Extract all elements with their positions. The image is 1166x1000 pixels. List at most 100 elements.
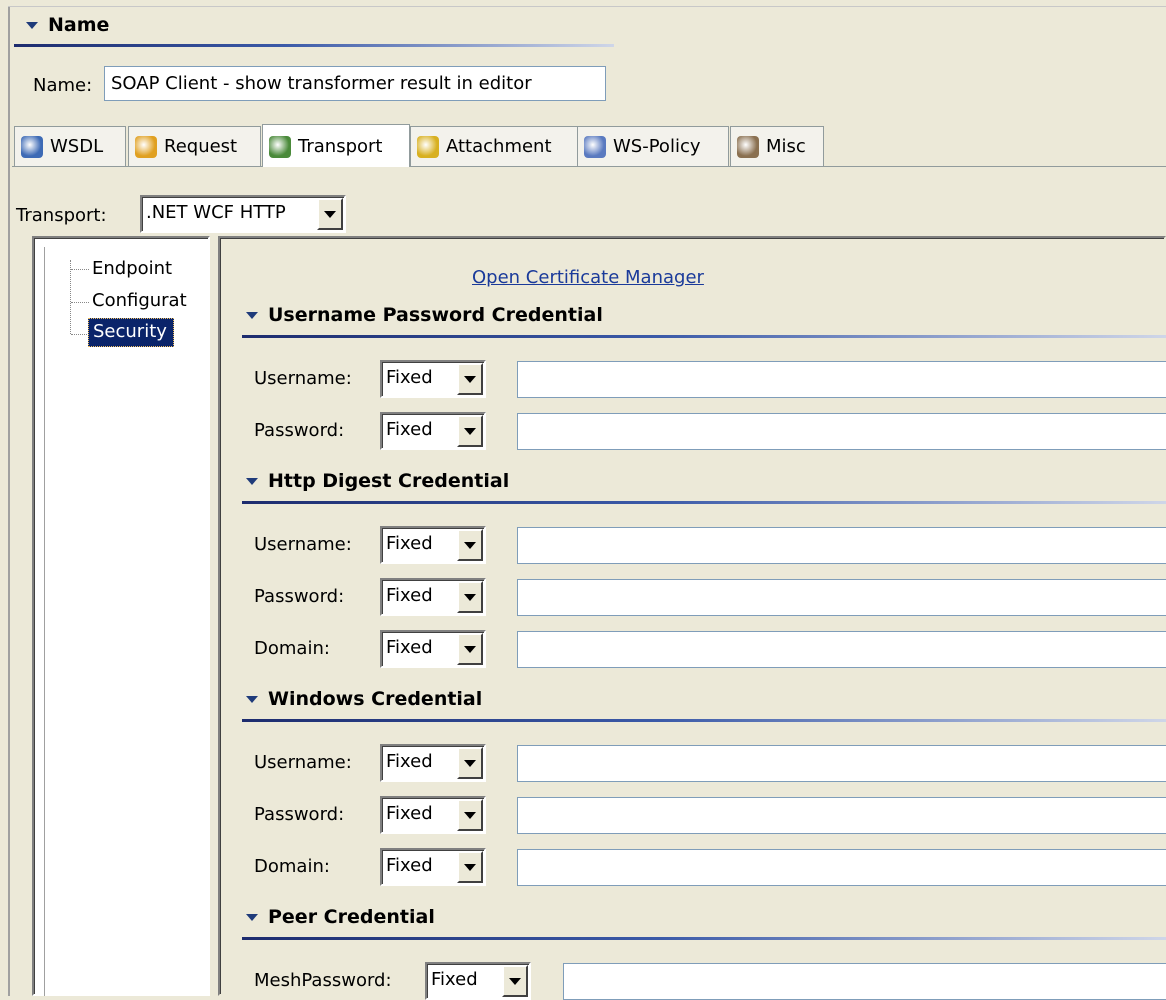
attachment-icon (417, 135, 439, 158)
tree-branch-configuration (71, 302, 89, 303)
open-certificate-manager-link[interactable]: Open Certificate Manager (472, 267, 704, 288)
value-mode-select-value: Fixed (386, 367, 433, 388)
tab-ws-policy[interactable]: WS-Policy (577, 126, 729, 166)
chevron-down-icon[interactable] (457, 747, 483, 779)
field-label: Username: (254, 368, 352, 389)
field-label: MeshPassword: (254, 970, 392, 991)
chevron-down-icon[interactable] (317, 198, 343, 230)
transport-icon (269, 135, 291, 158)
http-digest-credential-domain-input[interactable] (517, 631, 1166, 668)
section-title: Peer Credential (268, 906, 435, 928)
username-password-credential-username-input[interactable] (517, 361, 1166, 398)
tree-item-configuration[interactable]: Configurat (92, 290, 198, 311)
section-header-windows-credential[interactable]: Windows Credential (246, 688, 482, 710)
name-field[interactable]: SOAP Client - show transformer result in… (104, 66, 606, 101)
tab-label: Transport (298, 136, 383, 157)
field-label: Password: (254, 420, 345, 441)
section-title: Http Digest Credential (268, 470, 510, 492)
value-mode-select-value: Fixed (386, 419, 433, 440)
transport-select-value: .NET WCF HTTP (146, 202, 286, 223)
http-digest-credential-password-input[interactable] (517, 579, 1166, 616)
value-mode-select-value: Fixed (386, 803, 433, 824)
tab-label: Request (164, 136, 238, 157)
value-mode-select-value: Fixed (386, 533, 433, 554)
collapse-triangle-icon (246, 913, 258, 921)
value-mode-select[interactable]: Fixed (380, 526, 486, 564)
windows-credential-domain-input[interactable] (517, 849, 1166, 886)
http-digest-credential-username-input[interactable] (517, 527, 1166, 564)
collapse-triangle-icon (26, 21, 38, 29)
section-title: Windows Credential (268, 688, 483, 710)
tree-connector (70, 260, 71, 334)
value-mode-select[interactable]: Fixed (380, 744, 486, 782)
tree-item-security[interactable]: Security (88, 318, 174, 347)
tree-branch-endpoint (71, 269, 89, 270)
wsdl-icon (21, 135, 43, 158)
field-label: Domain: (254, 638, 330, 659)
name-section-title: Name (48, 14, 110, 36)
value-mode-select[interactable]: Fixed (380, 360, 486, 398)
tab-request[interactable]: Request (128, 126, 261, 166)
tab-attachment[interactable]: Attachment (410, 126, 578, 166)
chevron-down-icon[interactable] (457, 529, 483, 561)
ws-policy-icon (584, 135, 606, 158)
windows-credential-password-input[interactable] (517, 797, 1166, 834)
section-header-http-digest-credential[interactable]: Http Digest Credential (246, 470, 509, 492)
section-header-peer-credential[interactable]: Peer Credential (246, 906, 435, 928)
section-divider (242, 719, 1166, 722)
field-label: Password: (254, 586, 345, 607)
value-mode-select[interactable]: Fixed (380, 412, 486, 450)
tree-inner-border (44, 247, 201, 996)
transport-select[interactable]: .NET WCF HTTP (140, 195, 346, 233)
tab-wsdl[interactable]: WSDL (14, 126, 126, 166)
window-top-border (8, 0, 1166, 7)
tree-item-endpoint[interactable]: Endpoint (92, 258, 172, 279)
chevron-down-icon[interactable] (457, 363, 483, 395)
tab-transport[interactable]: Transport (262, 124, 410, 168)
tab-label: Attachment (446, 136, 552, 157)
tab-label: Misc (766, 136, 806, 157)
tab-label: WSDL (50, 136, 104, 157)
chevron-down-icon[interactable] (457, 581, 483, 613)
value-mode-select[interactable]: Fixed (380, 796, 486, 834)
window-left-border (0, 0, 10, 996)
chevron-down-icon[interactable] (457, 799, 483, 831)
collapse-triangle-icon (246, 695, 258, 703)
name-field-value: SOAP Client - show transformer result in… (111, 73, 532, 94)
chevron-down-icon[interactable] (457, 415, 483, 447)
chevron-down-icon[interactable] (457, 633, 483, 665)
value-mode-select-value: Fixed (386, 855, 433, 876)
section-divider (242, 937, 1166, 940)
field-label: Username: (254, 534, 352, 555)
field-label: Password: (254, 804, 345, 825)
value-mode-select-value: Fixed (431, 969, 478, 990)
collapse-triangle-icon (246, 477, 258, 485)
field-label: Domain: (254, 856, 330, 877)
field-label: Username: (254, 752, 352, 773)
misc-icon (737, 135, 759, 158)
chevron-down-icon[interactable] (457, 851, 483, 883)
value-mode-select[interactable]: Fixed (380, 848, 486, 886)
value-mode-select-value: Fixed (386, 751, 433, 772)
transport-label: Transport: (16, 205, 107, 226)
value-mode-select[interactable]: Fixed (380, 630, 486, 668)
tab-label: WS-Policy (613, 136, 701, 157)
name-label: Name: (33, 75, 93, 96)
value-mode-select[interactable]: Fixed (380, 578, 486, 616)
section-divider (242, 335, 1166, 338)
value-mode-select-value: Fixed (386, 585, 433, 606)
windows-credential-username-input[interactable] (517, 745, 1166, 782)
chevron-down-icon[interactable] (502, 965, 528, 997)
tree-branch-security (71, 334, 89, 335)
name-section-header[interactable]: Name (26, 14, 109, 36)
collapse-triangle-icon (246, 311, 258, 319)
value-mode-select[interactable]: Fixed (425, 962, 531, 1000)
tab-misc[interactable]: Misc (730, 126, 824, 166)
value-mode-select-value: Fixed (386, 637, 433, 658)
section-header-username-password-credential[interactable]: Username Password Credential (246, 304, 603, 326)
peer-credential-meshpassword-input[interactable] (563, 963, 1166, 1000)
name-section-divider (14, 44, 614, 47)
section-title: Username Password Credential (268, 304, 603, 326)
username-password-credential-password-input[interactable] (517, 413, 1166, 450)
section-divider (242, 501, 1166, 504)
